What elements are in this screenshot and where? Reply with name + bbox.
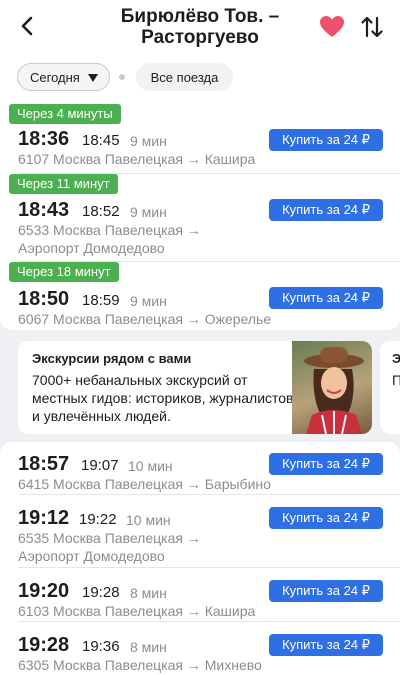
date-filter-label: Сегодня: [30, 70, 80, 85]
train-row[interactable]: 19:20 19:28 8 мин 6103 Москва Павелецкая…: [0, 568, 400, 622]
departure-time: 19:20: [18, 580, 70, 602]
filter-bar: Сегодня Все поезда: [0, 54, 400, 100]
train-row[interactable]: 19:12 19:22 10 мин 6535 Москва Павелецка…: [0, 495, 400, 568]
favorite-button[interactable]: [319, 15, 345, 39]
train-route-line-2: Аэропорт Домодедово: [18, 548, 165, 564]
heart-icon: [320, 16, 344, 37]
buy-ticket-button[interactable]: Купить за 24 ₽: [269, 580, 383, 602]
train-row[interactable]: Через 4 минуты 18:36 18:45 9 мин 6107 Мо…: [0, 100, 400, 174]
buy-ticket-button[interactable]: Купить за 24 ₽: [269, 453, 383, 475]
back-button[interactable]: [16, 14, 40, 38]
promo-photo: [292, 341, 372, 434]
next-promo-title: Э: [392, 351, 400, 366]
train-row[interactable]: Через 11 минут 18:43 18:52 9 мин 6533 Мо…: [0, 174, 400, 262]
all-trains-label: Все поезда: [150, 70, 219, 85]
time-until-badge: Через 18 минут: [9, 262, 119, 282]
swap-direction-button[interactable]: [360, 14, 384, 40]
departure-time: 18:43: [18, 199, 70, 221]
train-route: 6415 Москва Павелецкая → Барыбино: [18, 476, 271, 492]
time-until-badge: Через 4 минуты: [9, 104, 121, 124]
trains-card-top: Через 4 минуты 18:36 18:45 9 мин 6107 Мо…: [0, 100, 400, 330]
train-route-line-1: 6533 Москва Павелецкая →: [18, 222, 201, 238]
departure-time: 18:57: [18, 453, 70, 475]
dropdown-arrow-icon: [88, 74, 98, 82]
buy-ticket-button[interactable]: Купить за 24 ₽: [269, 287, 383, 309]
next-promo-card[interactable]: Э П: [380, 341, 400, 434]
buy-ticket-button[interactable]: Купить за 24 ₽: [269, 199, 383, 221]
train-row[interactable]: Через 18 минут 18:50 18:59 9 мин 6067 Мо…: [0, 262, 400, 330]
swap-arrows-icon: [361, 16, 383, 38]
header: Бирюлёво Тов. – Расторгуево: [0, 0, 400, 54]
train-route: 6067 Москва Павелецкая → Ожерелье: [18, 311, 272, 327]
train-route: 6305 Москва Павелецкая → Михнево: [18, 657, 262, 673]
buy-ticket-button[interactable]: Купить за 24 ₽: [269, 634, 383, 656]
departure-time: 18:50: [18, 288, 70, 310]
all-trains-filter[interactable]: Все поезда: [136, 63, 233, 91]
buy-ticket-button[interactable]: Купить за 24 ₽: [269, 129, 383, 151]
title-line-1: Бирюлёво Тов. –: [120, 6, 280, 27]
date-filter-dropdown[interactable]: Сегодня: [17, 63, 110, 91]
page-title: Бирюлёво Тов. – Расторгуево: [100, 6, 300, 48]
next-promo-text: П: [392, 372, 400, 388]
separator-dot: [119, 74, 125, 80]
title-line-2: Расторгуево: [141, 27, 259, 48]
train-row[interactable]: 19:28 19:36 8 мин 6305 Москва Павелецкая…: [0, 622, 400, 675]
excursions-promo-card[interactable]: Экскурсии рядом с вами 7000+ небанальных…: [18, 341, 372, 434]
train-route-line-2: Аэропорт Домодедово: [18, 240, 165, 256]
promo-text: 7000+ небанальных экскурсий от местных г…: [32, 372, 294, 424]
departure-time: 19:28: [18, 634, 70, 656]
chevron-left-icon: [21, 16, 33, 36]
time-until-badge: Через 11 минут: [9, 174, 118, 194]
train-route: 6107 Москва Павелецкая → Кашира: [18, 151, 256, 167]
train-route: 6103 Москва Павелецкая → Кашира: [18, 603, 256, 619]
train-route-line-1: 6535 Москва Павелецкая →: [18, 530, 201, 546]
train-row[interactable]: 18:57 19:07 10 мин 6415 Москва Павелецка…: [0, 442, 400, 495]
departure-time: 19:12: [18, 507, 70, 529]
promo-title: Экскурсии рядом с вами: [32, 351, 192, 366]
trains-card-bottom: 18:57 19:07 10 мин 6415 Москва Павелецка…: [0, 442, 400, 675]
buy-ticket-button[interactable]: Купить за 24 ₽: [269, 507, 383, 529]
departure-time: 18:36: [18, 128, 70, 150]
